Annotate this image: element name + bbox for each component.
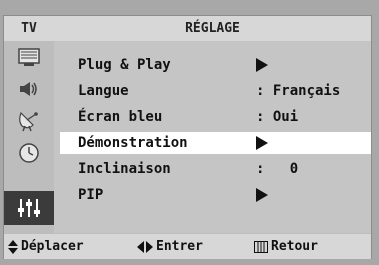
settings-panel: Plug & Play Langue : Français Écran bleu… xyxy=(54,41,371,233)
submenu-arrow-icon xyxy=(256,136,268,150)
back-hint: Retour xyxy=(254,239,318,254)
menu-item-label: Langue xyxy=(78,83,129,99)
up-down-arrows-icon xyxy=(8,239,18,254)
menu-item-value: : Oui xyxy=(256,109,299,125)
enter-hint: Entrer xyxy=(137,239,203,254)
enter-hint-label: Entrer xyxy=(156,239,203,254)
back-hint-label: Retour xyxy=(271,239,318,254)
menu-item-label: Démonstration xyxy=(78,135,188,151)
tv-screen: TV RÉGLAGE Plug & Play Langue: Français… xyxy=(0,0,379,265)
move-hint: Déplacer xyxy=(8,239,84,254)
menu-item-label: Écran bleu xyxy=(78,109,163,125)
menu-item-ecran-bleu[interactable]: Écran bleu : Oui xyxy=(60,106,371,128)
menu-item-label: Plug & Play xyxy=(78,57,171,73)
menu-item-demonstration[interactable]: Démonstration xyxy=(60,132,371,154)
menu-item-langue[interactable]: Langue : Français xyxy=(60,80,371,102)
move-hint-label: Déplacer xyxy=(21,239,84,254)
menu-item-value: : 0 xyxy=(256,161,299,177)
tv-label: TV xyxy=(21,21,37,36)
osd-menu: TV RÉGLAGE Plug & Play Langue: Français… xyxy=(3,15,372,259)
menu-item-label: Inclinaison xyxy=(78,161,171,177)
left-right-arrows-icon xyxy=(137,240,153,253)
category-sidebar xyxy=(4,41,54,233)
setup-icon[interactable] xyxy=(4,191,54,225)
menu-title: RÉGLAGE xyxy=(185,21,240,36)
sound-icon[interactable] xyxy=(4,73,54,105)
picture-icon[interactable] xyxy=(4,41,54,73)
menu-item-pip[interactable]: PIP xyxy=(60,184,371,206)
menu-item-plug-play[interactable]: Plug & Play xyxy=(60,54,371,76)
menu-item-inclinaison[interactable]: Inclinaison : 0 xyxy=(60,158,371,180)
menu-icon xyxy=(254,240,268,253)
channel-icon[interactable] xyxy=(4,105,54,137)
time-icon[interactable] xyxy=(4,137,54,169)
menu-item-label: PIP xyxy=(78,187,104,203)
submenu-arrow-icon xyxy=(256,188,268,202)
submenu-arrow-icon xyxy=(256,58,268,72)
menu-item-value: : Français xyxy=(256,83,341,99)
help-bar: Déplacer Entrer Retour xyxy=(4,233,371,259)
menu-header: TV RÉGLAGE xyxy=(4,16,371,42)
